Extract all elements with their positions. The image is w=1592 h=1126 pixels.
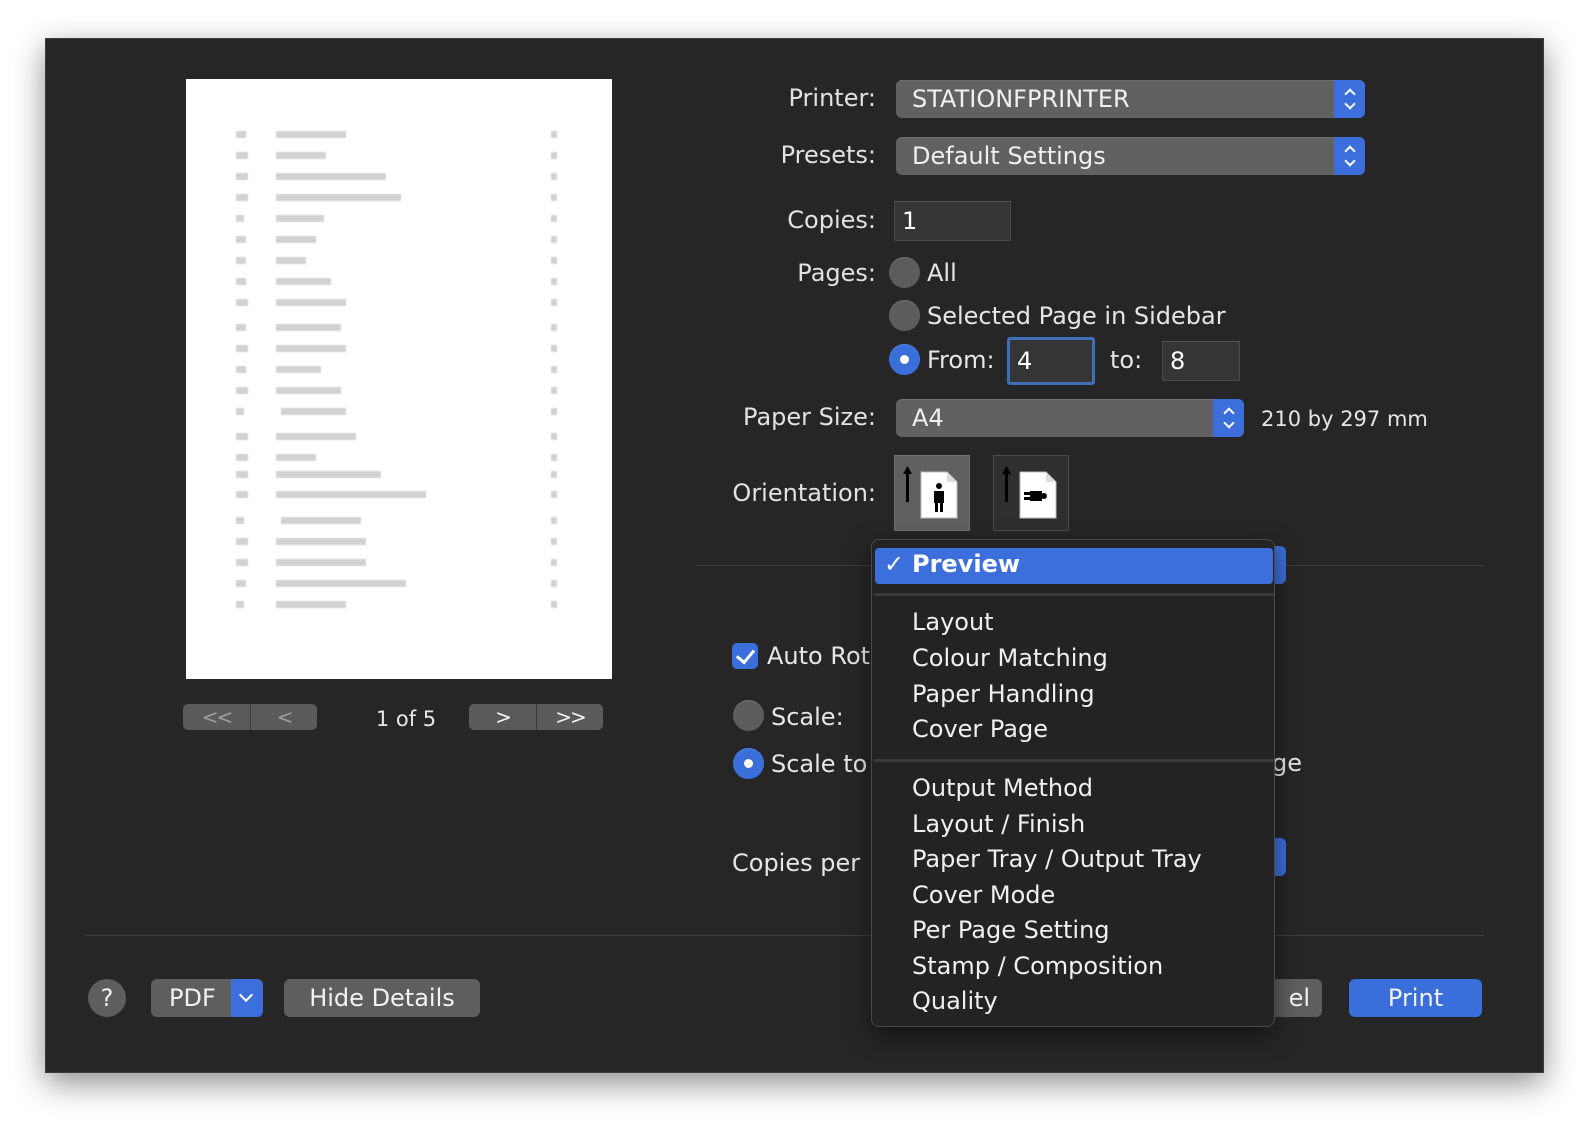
copies-field[interactable]: 1 [894, 201, 1011, 241]
menu-item-paper-handling[interactable]: Paper Handling [912, 680, 1095, 708]
pages-to-label: to: [1110, 346, 1143, 374]
pdf-button[interactable]: PDF [151, 979, 263, 1017]
presets-popup[interactable]: Default Settings [896, 137, 1365, 175]
print-dialog: << < 1 of 5 > >> Printer: STATIONFPRINTE… [45, 38, 1544, 1073]
menu-item-cover-page[interactable]: Cover Page [912, 715, 1048, 743]
copies-label: Copies: [787, 206, 876, 234]
hide-details-button[interactable]: Hide Details [284, 979, 480, 1017]
pages-from-field[interactable]: 4 [1007, 337, 1095, 385]
pages-selected-sidebar-label: Selected Page in Sidebar [927, 302, 1226, 330]
scale-to-fit-label: Scale to [771, 750, 868, 778]
scale-to-fit-radio[interactable] [733, 748, 764, 779]
menu-separator [874, 759, 1274, 762]
copies-per-page-label: Copies per [732, 849, 861, 877]
auto-rotate-label: Auto Rot [767, 642, 871, 670]
up-down-chevron-icon [1334, 80, 1365, 118]
menu-item-stamp-composition[interactable]: Stamp / Composition [912, 952, 1163, 980]
menu-item-per-page-setting[interactable]: Per Page Setting [912, 916, 1110, 944]
previous-page-button[interactable]: < [250, 704, 317, 730]
portrait-orientation-icon [903, 466, 958, 519]
menu-item-preview-label: Preview [912, 550, 1021, 578]
menu-item-cover-mode[interactable]: Cover Mode [912, 881, 1055, 909]
printer-label: Printer: [788, 84, 876, 112]
pages-selected-sidebar-radio[interactable] [889, 300, 920, 331]
menu-item-colour-matching[interactable]: Colour Matching [912, 644, 1108, 672]
presets-value: Default Settings [912, 142, 1106, 170]
menu-item-quality[interactable]: Quality [912, 987, 998, 1015]
menu-separator [874, 593, 1274, 596]
paper-dimensions: 210 by 297 mm [1261, 407, 1428, 431]
paper-size-popup[interactable]: A4 [896, 399, 1244, 437]
menu-item-output-method[interactable]: Output Method [912, 774, 1093, 802]
portrait-orientation-button[interactable] [894, 455, 970, 531]
up-down-chevron-icon [1334, 137, 1365, 175]
preview-nav-back: << < [183, 704, 317, 730]
landscape-orientation-button[interactable] [993, 455, 1069, 531]
first-page-button[interactable]: << [183, 704, 250, 730]
page-counter: 1 of 5 [375, 707, 437, 731]
last-page-button[interactable]: >> [536, 704, 603, 730]
scale-label: Scale: [771, 703, 844, 731]
preview-nav-forward: > >> [469, 704, 603, 730]
menu-item-layout[interactable]: Layout [912, 608, 994, 636]
landscape-orientation-icon [1002, 466, 1057, 519]
pages-range-radio[interactable] [889, 344, 920, 375]
printer-popup[interactable]: STATIONFPRINTER [896, 80, 1365, 118]
paper-size-label: Paper Size: [743, 403, 876, 431]
scale-to-fit-label-tail: ge [1272, 749, 1302, 777]
print-button[interactable]: Print [1349, 979, 1482, 1017]
up-down-chevron-icon [1213, 399, 1244, 437]
chevron-down-icon [231, 979, 263, 1017]
orientation-label: Orientation: [732, 479, 876, 507]
menu-item-layout-finish[interactable]: Layout / Finish [912, 810, 1085, 838]
pages-all-label: All [927, 259, 957, 287]
printer-value: STATIONFPRINTER [912, 85, 1130, 113]
paper-size-value: A4 [912, 404, 944, 432]
pdf-label: PDF [169, 984, 216, 1012]
pages-label: Pages: [797, 259, 876, 287]
panel-dropdown-menu: ✓ Preview Layout Colour Matching Paper H… [871, 539, 1275, 1027]
menu-item-preview[interactable]: ✓ Preview [875, 548, 1273, 584]
auto-rotate-checkbox[interactable] [732, 643, 758, 669]
page-preview [186, 79, 612, 679]
menu-item-paper-tray-output-tray[interactable]: Paper Tray / Output Tray [912, 845, 1202, 873]
presets-label: Presets: [780, 141, 876, 169]
scale-radio[interactable] [733, 700, 764, 731]
next-page-button[interactable]: > [469, 704, 536, 730]
help-button[interactable]: ? [88, 979, 126, 1017]
pages-all-radio[interactable] [889, 257, 920, 288]
pages-to-field[interactable]: 8 [1162, 341, 1240, 381]
checkmark-icon: ✓ [884, 550, 905, 578]
pages-from-label: From: [927, 346, 995, 374]
